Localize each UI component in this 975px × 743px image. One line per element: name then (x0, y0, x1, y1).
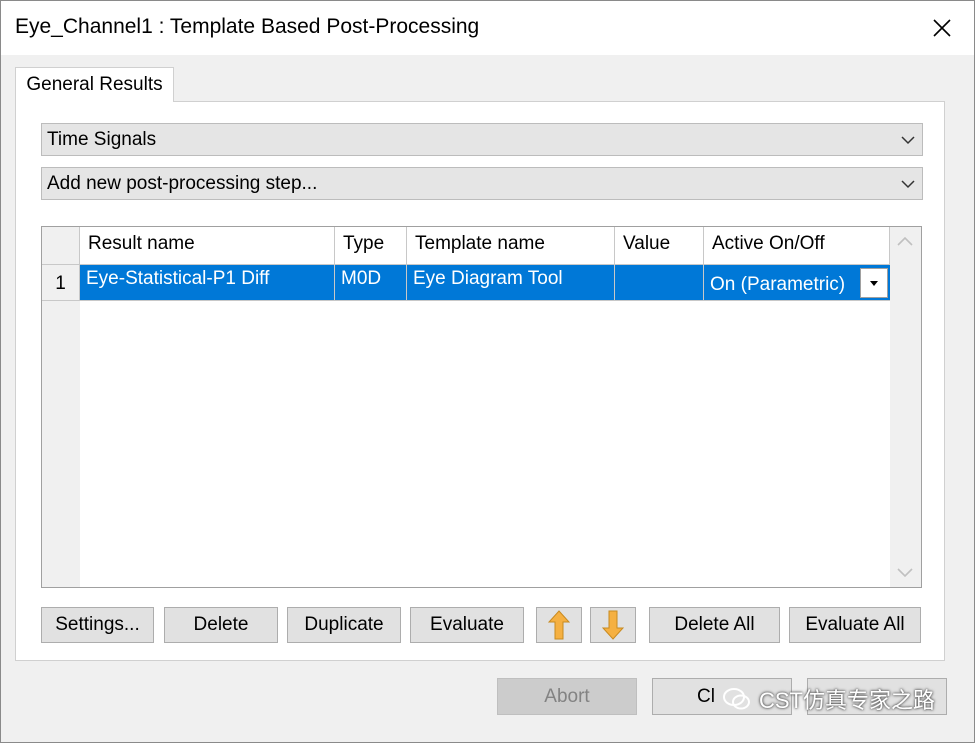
arrow-down-icon (602, 610, 624, 640)
scroll-down-icon[interactable] (896, 567, 914, 579)
move-down-button[interactable] (590, 607, 636, 643)
dropdown-arrow-icon (870, 280, 878, 286)
settings-button[interactable]: Settings... (41, 607, 154, 643)
abort-button: Abort (497, 678, 637, 715)
active-dropdown-button[interactable] (860, 268, 888, 298)
chevron-down-icon (901, 180, 915, 189)
evaluate-all-button[interactable]: Evaluate All (789, 607, 921, 643)
evaluate-button[interactable]: Evaluate (410, 607, 524, 643)
close-button[interactable] (924, 11, 960, 45)
tab-label: General Results (26, 74, 163, 95)
table-corner (42, 227, 80, 265)
column-header-value[interactable]: Value (615, 227, 704, 265)
results-table: Result name Type Template name Value Act… (41, 226, 922, 588)
delete-all-button[interactable]: Delete All (649, 607, 780, 643)
cell-type[interactable]: M0D (335, 265, 407, 301)
column-header-type[interactable]: Type (335, 227, 407, 265)
vertical-scrollbar[interactable] (890, 227, 921, 587)
cell-template-name[interactable]: Eye Diagram Tool (407, 265, 615, 301)
arrow-up-icon (548, 610, 570, 640)
add-step-value: Add new post-processing step... (47, 173, 318, 194)
watermark-text: CST仿真专家之路 (759, 688, 936, 713)
cell-result-name[interactable]: Eye-Statistical-P1 Diff (80, 265, 335, 301)
column-header-template-name[interactable]: Template name (407, 227, 615, 265)
result-type-dropdown[interactable]: Time Signals (41, 123, 923, 156)
wechat-icon (723, 688, 750, 710)
delete-button[interactable]: Delete (164, 607, 278, 643)
chevron-down-icon (901, 136, 915, 145)
tab-general-results[interactable]: General Results (15, 67, 174, 102)
dialog-window: Eye_Channel1 : Template Based Post-Proce… (0, 0, 975, 743)
column-header-active[interactable]: Active On/Off (704, 227, 890, 265)
scroll-up-icon[interactable] (896, 235, 914, 247)
cell-active-value: On (Parametric) (710, 274, 846, 295)
title-bar: Eye_Channel1 : Template Based Post-Proce… (1, 1, 974, 55)
window-title: Eye_Channel1 : Template Based Post-Proce… (15, 15, 480, 38)
result-type-value: Time Signals (47, 129, 157, 150)
watermark: CST仿真专家之路 (723, 681, 935, 717)
move-up-button[interactable] (536, 607, 582, 643)
duplicate-button[interactable]: Duplicate (287, 607, 401, 643)
cell-active-combo[interactable]: On (Parametric) (704, 265, 890, 301)
close-icon (933, 19, 951, 37)
row-header[interactable]: 1 (42, 265, 80, 301)
column-header-result-name[interactable]: Result name (80, 227, 335, 265)
cell-value[interactable] (615, 265, 704, 301)
add-step-dropdown[interactable]: Add new post-processing step... (41, 167, 923, 200)
